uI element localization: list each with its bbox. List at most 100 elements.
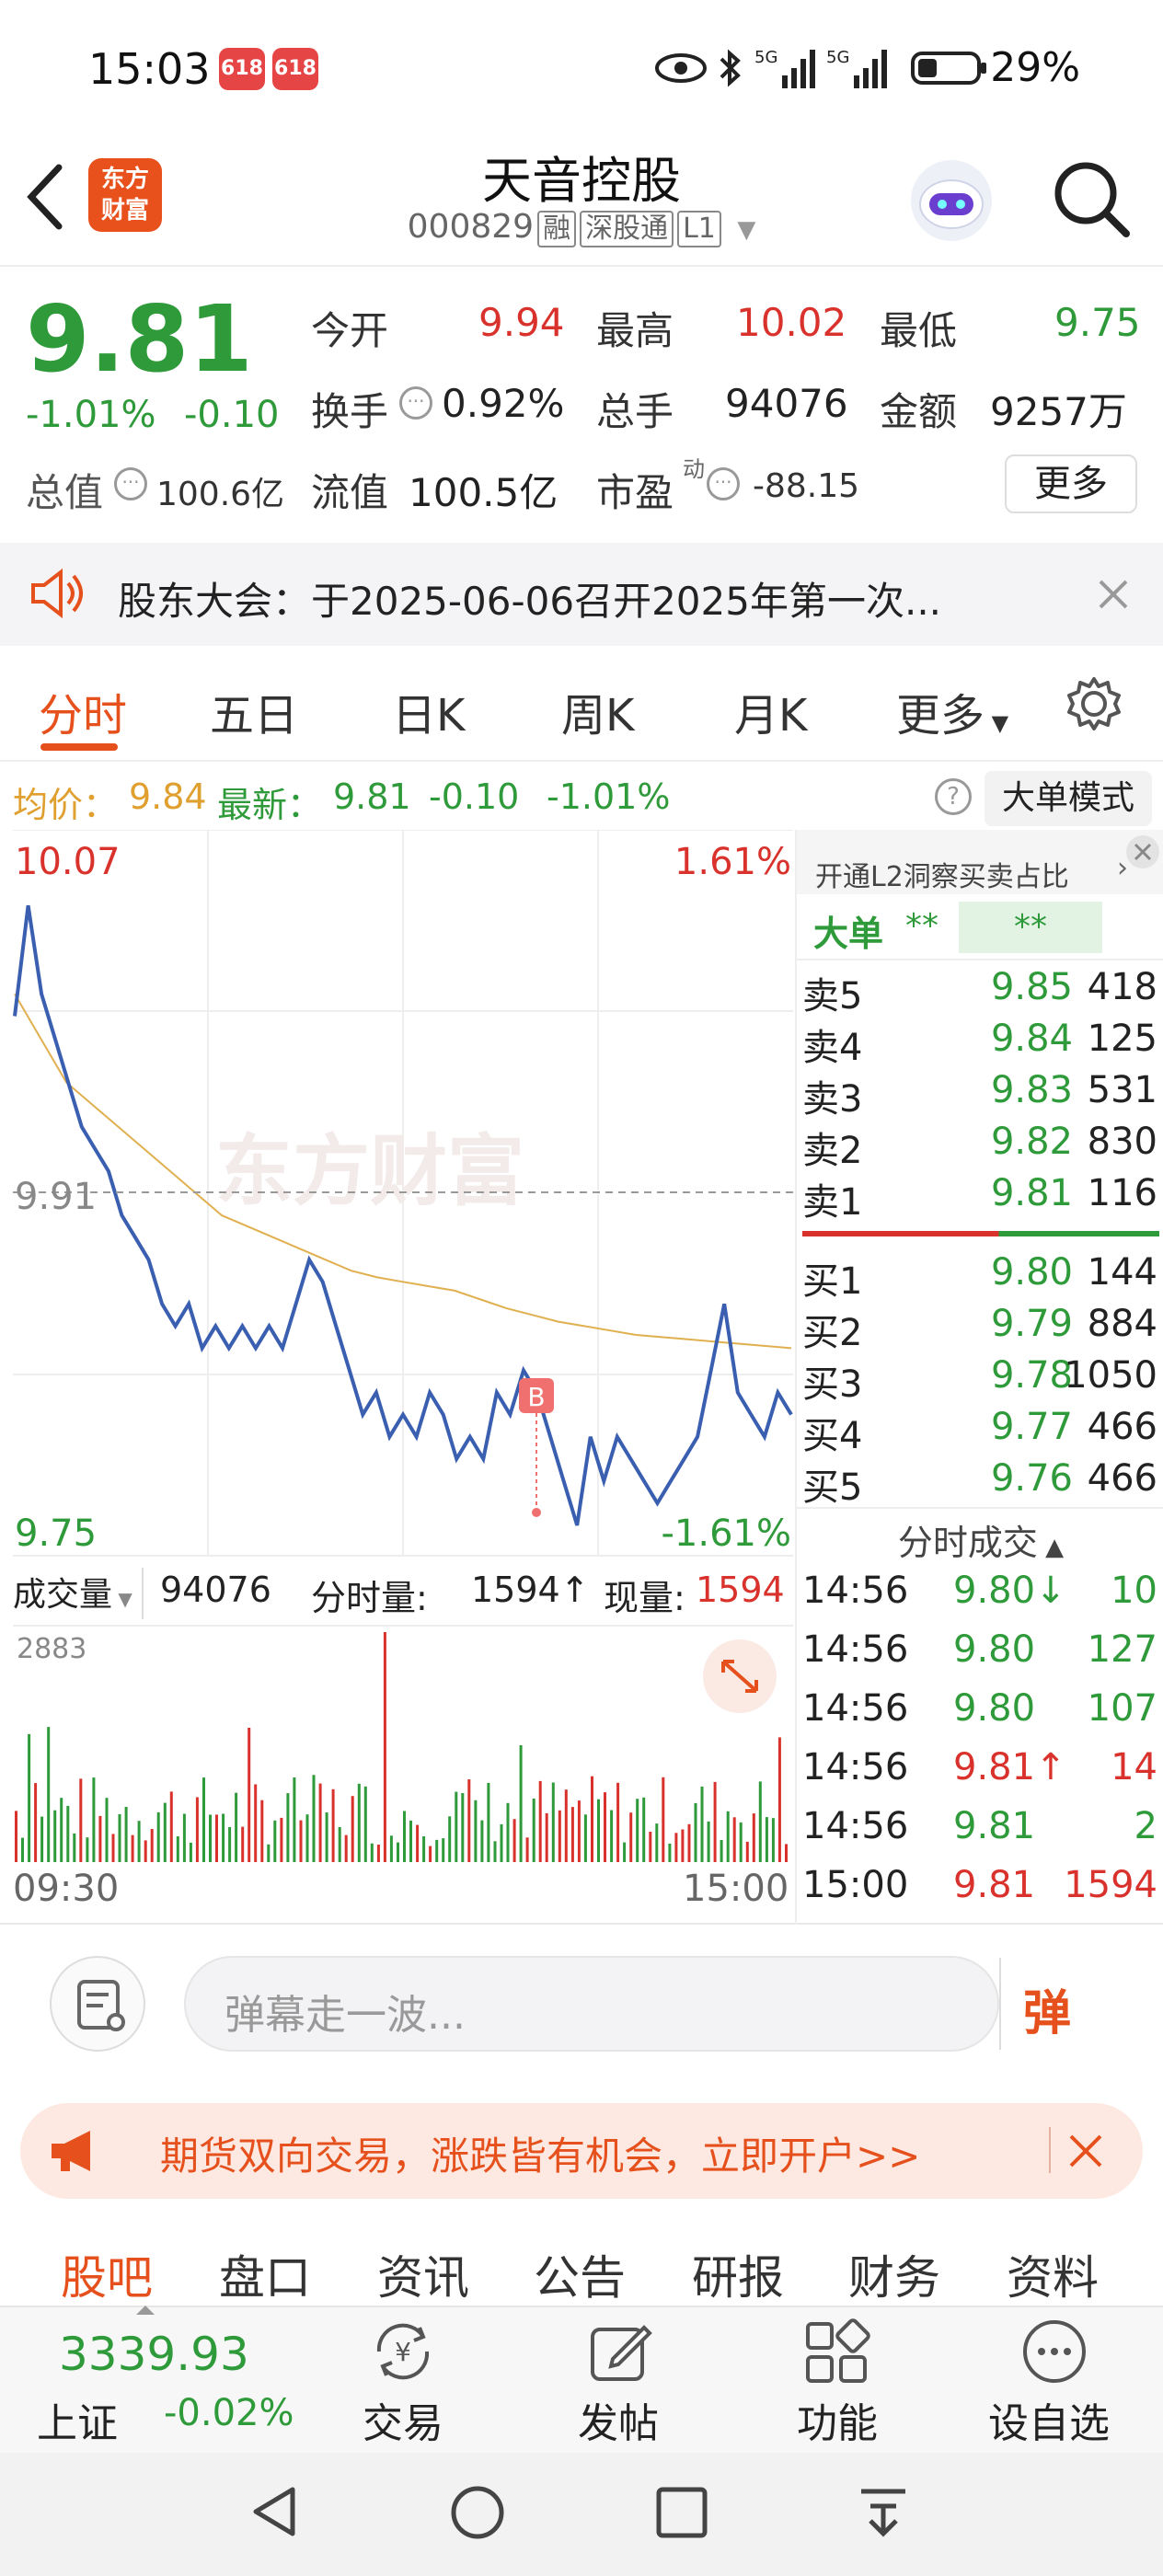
- trade-label: 14:56: [802, 1570, 909, 1612]
- big-order-mode-button[interactable]: 大单模式: [985, 771, 1152, 826]
- tab-intraday[interactable]: 分时: [39, 679, 127, 743]
- index-name[interactable]: 上证: [37, 2390, 118, 2449]
- buy-marker[interactable]: B: [519, 1378, 554, 1517]
- volume-bar: [713, 1781, 717, 1862]
- tab-research[interactable]: 研报: [692, 2241, 784, 2307]
- tab-more[interactable]: 更多 ▼: [896, 679, 1008, 743]
- nav-dropdown-icon[interactable]: [858, 2484, 909, 2539]
- close-icon[interactable]: [1097, 578, 1130, 611]
- robot-assistant-icon[interactable]: [907, 156, 996, 245]
- trade-row[interactable]: 15:00 9.81 1594: [797, 1864, 1163, 1915]
- bid-row[interactable]: 买4 9.77 466: [797, 1406, 1163, 1457]
- tab-monthly-k[interactable]: 月K: [734, 679, 807, 743]
- volume-bar: [591, 1776, 593, 1862]
- tab-five-day[interactable]: 五日: [210, 679, 298, 743]
- intraday-chart[interactable]: 东方财富 10.07 9.91 9.75 1.61% -1.61% B: [13, 830, 793, 1557]
- tab-finance[interactable]: 财务: [848, 2241, 940, 2307]
- bid-row[interactable]: 买1 9.80 144: [797, 1251, 1163, 1303]
- volume-bar: [455, 1791, 458, 1862]
- bid-row[interactable]: 买3 9.78 1050: [797, 1354, 1163, 1406]
- trade-label[interactable]: 交易: [363, 2390, 443, 2449]
- trade-label: 14:56: [802, 1628, 909, 1671]
- trade-row[interactable]: 14:56 9.81↑ 14: [797, 1746, 1163, 1798]
- trade-volume: 107: [1087, 1687, 1157, 1730]
- add-watchlist-label[interactable]: 设自选: [988, 2390, 1110, 2449]
- close-icon[interactable]: [1124, 834, 1161, 870]
- nav-home-icon[interactable]: [449, 2484, 506, 2541]
- trade-volume: 10: [1111, 1570, 1157, 1612]
- tab-profile[interactable]: 资料: [1007, 2241, 1099, 2307]
- send-danmaku-button[interactable]: 弹: [1023, 1974, 1071, 2043]
- info-dots-icon[interactable]: ···: [399, 386, 432, 420]
- volume-bar: [111, 1834, 115, 1862]
- gear-icon[interactable]: [1065, 675, 1123, 732]
- latest-change-pct: -1.01%: [547, 776, 671, 817]
- volume-chart[interactable]: 2883: [13, 1625, 793, 1864]
- volume-bar: [73, 1833, 76, 1862]
- trade-label: 14:56: [802, 1687, 909, 1730]
- volume-bar: [363, 1786, 367, 1862]
- trade-row[interactable]: 14:56 9.80 127: [797, 1628, 1163, 1680]
- volume-bar: [777, 1737, 781, 1862]
- tab-weekly-k[interactable]: 周K: [561, 679, 634, 743]
- add-watchlist-icon[interactable]: [1019, 2317, 1089, 2386]
- post-label[interactable]: 发帖: [578, 2390, 659, 2449]
- close-icon[interactable]: [1067, 2133, 1104, 2169]
- index-value[interactable]: 3339.93: [59, 2328, 249, 2381]
- functions-label[interactable]: 功能: [797, 2390, 878, 2449]
- ask-row[interactable]: 卖5 9.85 418: [797, 966, 1163, 1018]
- post-icon[interactable]: [585, 2317, 655, 2386]
- functions-icon[interactable]: [802, 2317, 872, 2386]
- bid-volume: 884: [1087, 1303, 1157, 1345]
- trade-row[interactable]: 14:56 9.80↓ 10: [797, 1570, 1163, 1621]
- danmaku-settings-button[interactable]: [50, 1956, 145, 2052]
- volume-bar: [545, 1812, 548, 1862]
- current-volume-label: 现量:: [604, 1578, 685, 1618]
- low-value: 9.75: [1054, 300, 1141, 345]
- volume-selector[interactable]: 成交量 ▼: [13, 1568, 144, 1619]
- connect-tag: 深股通: [580, 211, 674, 247]
- bid-price: 9.79: [990, 1303, 1073, 1345]
- help-icon[interactable]: ?: [935, 778, 972, 815]
- bid-row[interactable]: 买2 9.79 884: [797, 1303, 1163, 1354]
- trade-icon[interactable]: ¥: [368, 2317, 438, 2386]
- bid-label: 买1: [802, 1260, 863, 1303]
- nav-back-icon[interactable]: [247, 2484, 302, 2539]
- more-button[interactable]: 更多: [1005, 454, 1137, 513]
- ask-row[interactable]: 卖3 9.83 531: [797, 1069, 1163, 1121]
- tab-news[interactable]: 资讯: [377, 2241, 469, 2307]
- volume-bar: [312, 1775, 316, 1862]
- ask-row[interactable]: 卖4 9.84 125: [797, 1018, 1163, 1069]
- tab-guba[interactable]: 股吧: [61, 2241, 153, 2307]
- info-dots-icon[interactable]: ···: [114, 467, 147, 500]
- ask-label: 卖2: [802, 1130, 863, 1172]
- volume-bar: [604, 1792, 606, 1862]
- ask-row[interactable]: 卖2 9.82 830: [797, 1121, 1163, 1172]
- volume-bar: [758, 1781, 762, 1862]
- caret-up-icon: [136, 2306, 155, 2315]
- ask-row[interactable]: 卖1 9.81 116: [797, 1172, 1163, 1224]
- volume-bar: [616, 1782, 620, 1862]
- trades-header[interactable]: 分时成交 ▲: [797, 1514, 1163, 1565]
- volume-bar: [286, 1793, 290, 1862]
- trade-row[interactable]: 14:56 9.81 2: [797, 1805, 1163, 1857]
- ask-price: 9.82: [990, 1121, 1073, 1163]
- nav-recents-icon[interactable]: [655, 2486, 708, 2539]
- volume-bar: [493, 1841, 497, 1862]
- amount-label: 金额: [880, 389, 958, 434]
- volume-bar: [732, 1817, 736, 1862]
- volume-max-label: 2883: [17, 1633, 86, 1665]
- volume-bar: [726, 1811, 730, 1862]
- volume-bar: [331, 1788, 335, 1862]
- volume-bar: [131, 1834, 134, 1862]
- latest-change: -0.10: [429, 776, 520, 817]
- info-dots-icon[interactable]: ···: [707, 467, 740, 500]
- volume-bar: [60, 1798, 63, 1862]
- tab-announcements[interactable]: 公告: [534, 2241, 626, 2307]
- tab-daily-k[interactable]: 日K: [392, 679, 465, 743]
- tab-pankou[interactable]: 盘口: [219, 2241, 311, 2307]
- trade-row[interactable]: 14:56 9.80 107: [797, 1687, 1163, 1739]
- volume-bar: [53, 1810, 57, 1862]
- search-icon[interactable]: [1049, 156, 1132, 239]
- bid-row[interactable]: 买5 9.76 466: [797, 1457, 1163, 1509]
